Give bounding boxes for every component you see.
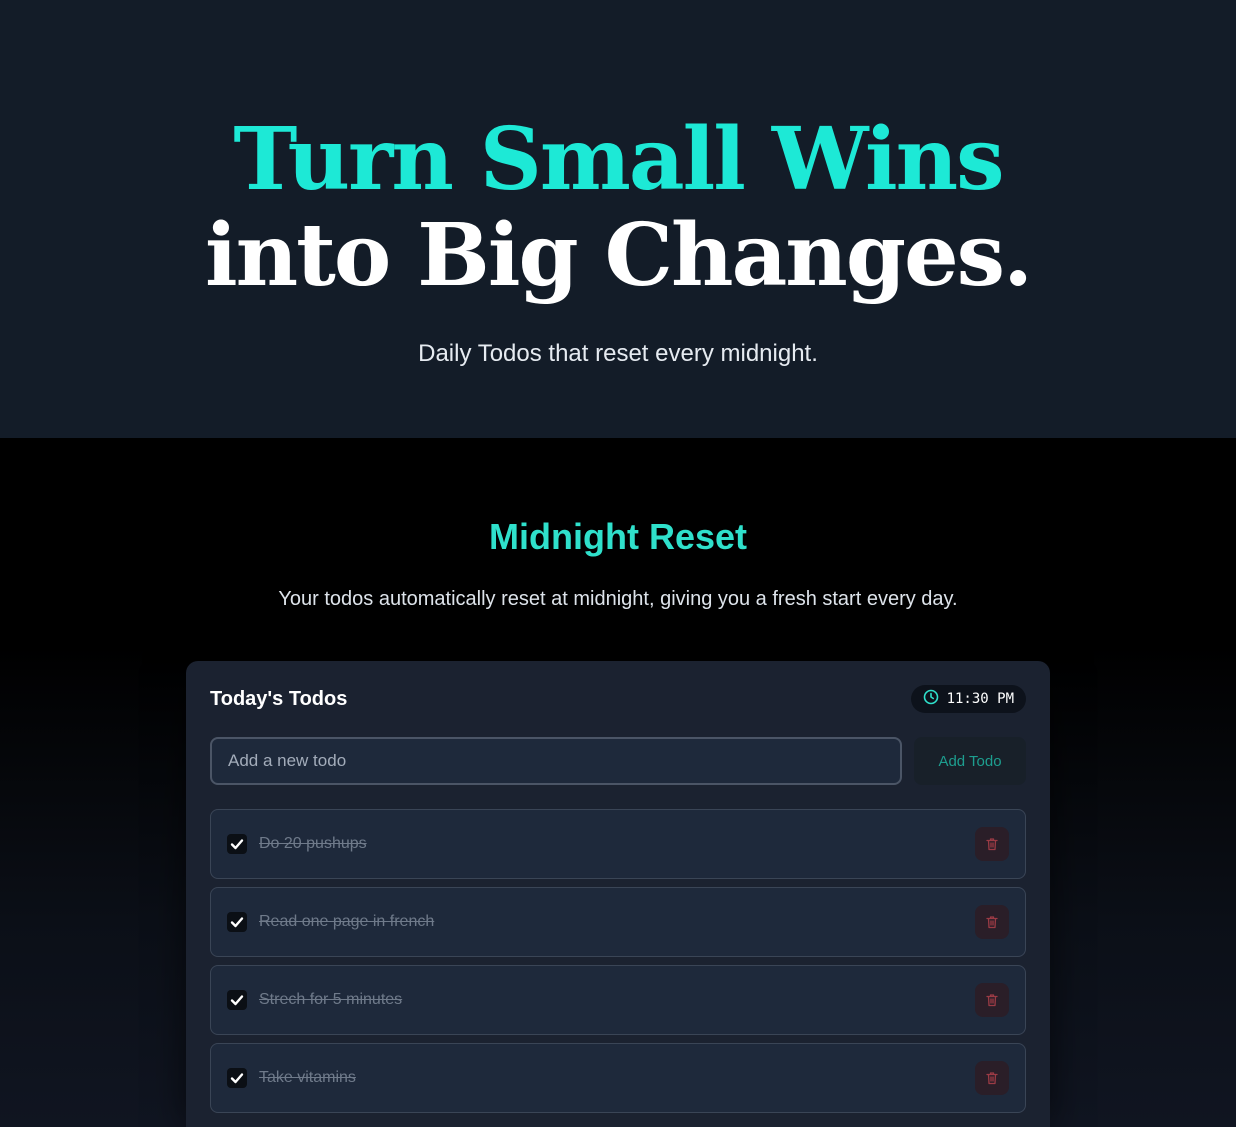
delete-todo-button[interactable] xyxy=(975,905,1009,939)
clock-badge: 11:30 PM xyxy=(910,685,1026,713)
todo-checkbox[interactable] xyxy=(227,912,247,932)
todo-item: Do 20 pushups xyxy=(210,809,1026,879)
todo-item: Read one page in french xyxy=(210,887,1026,957)
add-todo-row: Add Todo xyxy=(210,737,1026,785)
section-title: Midnight Reset xyxy=(489,516,747,557)
todo-text: Take vitamins xyxy=(259,1069,356,1086)
trash-icon xyxy=(986,838,998,851)
hero-tagline: Daily Todos that reset every midnight. xyxy=(418,340,818,367)
section-description: Your todos automatically reset at midnig… xyxy=(278,588,958,610)
check-icon xyxy=(230,839,244,850)
delete-todo-button[interactable] xyxy=(975,1061,1009,1095)
todo-card: Today's Todos 11:30 PM Add Todo Do 20 pu… xyxy=(186,661,1050,1127)
trash-icon xyxy=(986,1072,998,1085)
midnight-reset-section: Midnight Reset Your todos automatically … xyxy=(0,438,1236,1127)
todo-list: Do 20 pushups Read one page in french St xyxy=(210,809,1026,1113)
delete-todo-button[interactable] xyxy=(975,827,1009,861)
clock-time: 11:30 PM xyxy=(946,691,1014,707)
headline-line-1: Turn Small Wins xyxy=(233,109,1004,210)
todo-text: Do 20 pushups xyxy=(259,835,367,852)
check-icon xyxy=(230,917,244,928)
todo-item: Take vitamins xyxy=(210,1043,1026,1113)
hero-headline: Turn Small Wins into Big Changes. xyxy=(204,109,1033,306)
clock-icon xyxy=(923,689,939,709)
card-title: Today's Todos xyxy=(210,687,348,710)
todo-checkbox[interactable] xyxy=(227,1068,247,1088)
headline-line-2: into Big Changes. xyxy=(204,205,1033,306)
check-icon xyxy=(230,995,244,1006)
todo-item: Strech for 5 minutes xyxy=(210,965,1026,1035)
todo-checkbox[interactable] xyxy=(227,834,247,854)
trash-icon xyxy=(986,916,998,929)
todo-text: Strech for 5 minutes xyxy=(259,991,403,1008)
delete-todo-button[interactable] xyxy=(975,983,1009,1017)
todo-checkbox[interactable] xyxy=(227,990,247,1010)
hero-section: Turn Small Wins into Big Changes. Daily … xyxy=(0,0,1236,438)
trash-icon xyxy=(986,994,998,1007)
add-todo-button[interactable]: Add Todo xyxy=(914,737,1026,785)
check-icon xyxy=(230,1073,244,1084)
new-todo-input[interactable] xyxy=(210,737,902,785)
todo-text: Read one page in french xyxy=(259,913,435,930)
card-header: Today's Todos 11:30 PM xyxy=(210,685,1026,713)
